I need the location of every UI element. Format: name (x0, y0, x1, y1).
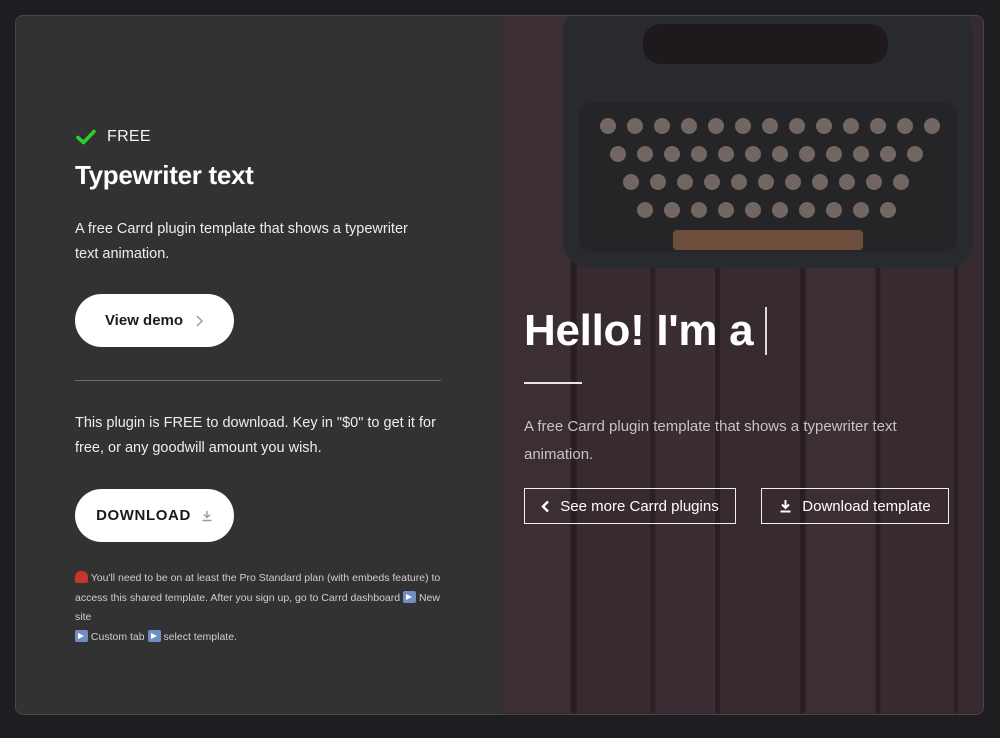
hero-heading-text: Hello! I'm a (524, 306, 754, 355)
preview-panel: Hello! I'm a A free Carrd plugin templat… (501, 16, 983, 714)
hero-heading: Hello! I'm a (524, 306, 768, 356)
download-template-label: Download template (802, 497, 931, 515)
fine-print-part4: select template. (160, 630, 237, 643)
download-icon (780, 500, 791, 513)
right-arrow-emoji (403, 590, 417, 603)
check-icon (76, 129, 96, 145)
plan-requirement-note: You'll need to be on at least the Pro St… (75, 569, 447, 647)
plugin-price-note: This plugin is FREE to download. Key in … (75, 415, 436, 456)
free-badge: FREE (76, 128, 151, 146)
fine-print-part3: Custom tab (88, 630, 148, 643)
download-label: DOWNLOAD (96, 507, 191, 524)
info-panel: FREE Typewriter text A free Carrd plugin… (16, 16, 501, 714)
free-label: FREE (107, 128, 151, 145)
fine-print-part1: You'll need to be on at least the Pro St… (75, 572, 441, 604)
plugin-description: A free Carrd plugin template that shows … (75, 221, 408, 262)
dark-overlay (501, 16, 983, 714)
hero-description: A free Carrd plugin template that shows … (524, 418, 897, 463)
download-icon (202, 510, 212, 521)
divider (75, 380, 441, 381)
view-demo-button[interactable]: View demo (75, 294, 234, 347)
download-button[interactable]: DOWNLOAD (75, 489, 234, 542)
right-arrow-emoji (75, 629, 88, 642)
download-template-button[interactable]: Download template (761, 488, 949, 524)
right-arrow-emoji (147, 629, 161, 642)
hero-divider (524, 382, 582, 384)
siren-emoji (75, 571, 88, 583)
typing-caret (765, 307, 768, 355)
see-more-plugins-label: See more Carrd plugins (560, 497, 719, 515)
view-demo-label: View demo (104, 312, 184, 329)
plugin-card: FREE Typewriter text A free Carrd plugin… (15, 15, 984, 715)
see-more-plugins-button[interactable]: See more Carrd plugins (524, 488, 736, 524)
chevron-right-icon (196, 315, 204, 326)
chevron-left-icon (541, 500, 550, 512)
plugin-title: Typewriter text (75, 160, 254, 190)
